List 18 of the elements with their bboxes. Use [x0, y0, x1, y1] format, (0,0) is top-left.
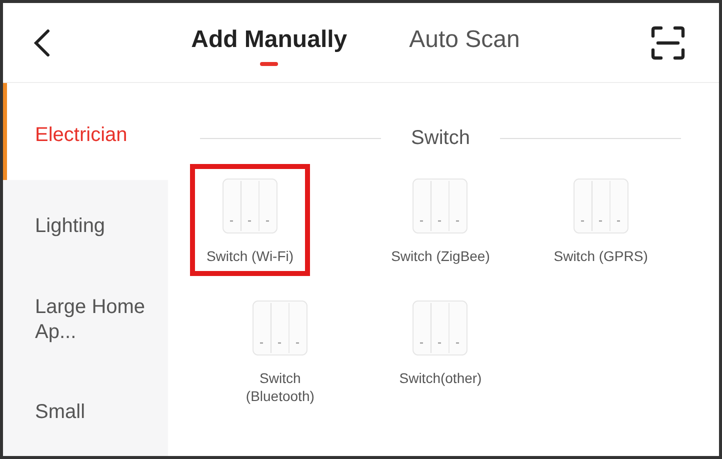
device-tile[interactable]: Switch(other) [380, 286, 500, 417]
section-title: Switch [411, 127, 470, 150]
category-item[interactable]: Lighting [3, 180, 168, 274]
device-tile[interactable]: Switch (ZigBee) [380, 164, 500, 276]
category-item[interactable]: Electrician [3, 83, 168, 180]
category-item[interactable]: Small [3, 366, 168, 456]
wall-switch-icon [411, 177, 470, 235]
device-tile[interactable]: Switch (Bluetooth) [220, 286, 340, 417]
scan-icon[interactable] [650, 24, 686, 60]
category-item[interactable]: Large Home Ap... [3, 273, 168, 366]
wall-switch-icon [411, 299, 470, 358]
wall-switch-icon [221, 177, 279, 235]
wall-switch-icon [572, 177, 630, 235]
device-tile[interactable]: Switch (GPRS) [540, 164, 661, 276]
tab[interactable]: Add Manually [191, 20, 348, 66]
wall-switch-icon [251, 299, 310, 358]
device-tile[interactable]: Switch (Wi-Fi) [190, 164, 310, 276]
tab[interactable]: Auto Scan [409, 20, 520, 66]
